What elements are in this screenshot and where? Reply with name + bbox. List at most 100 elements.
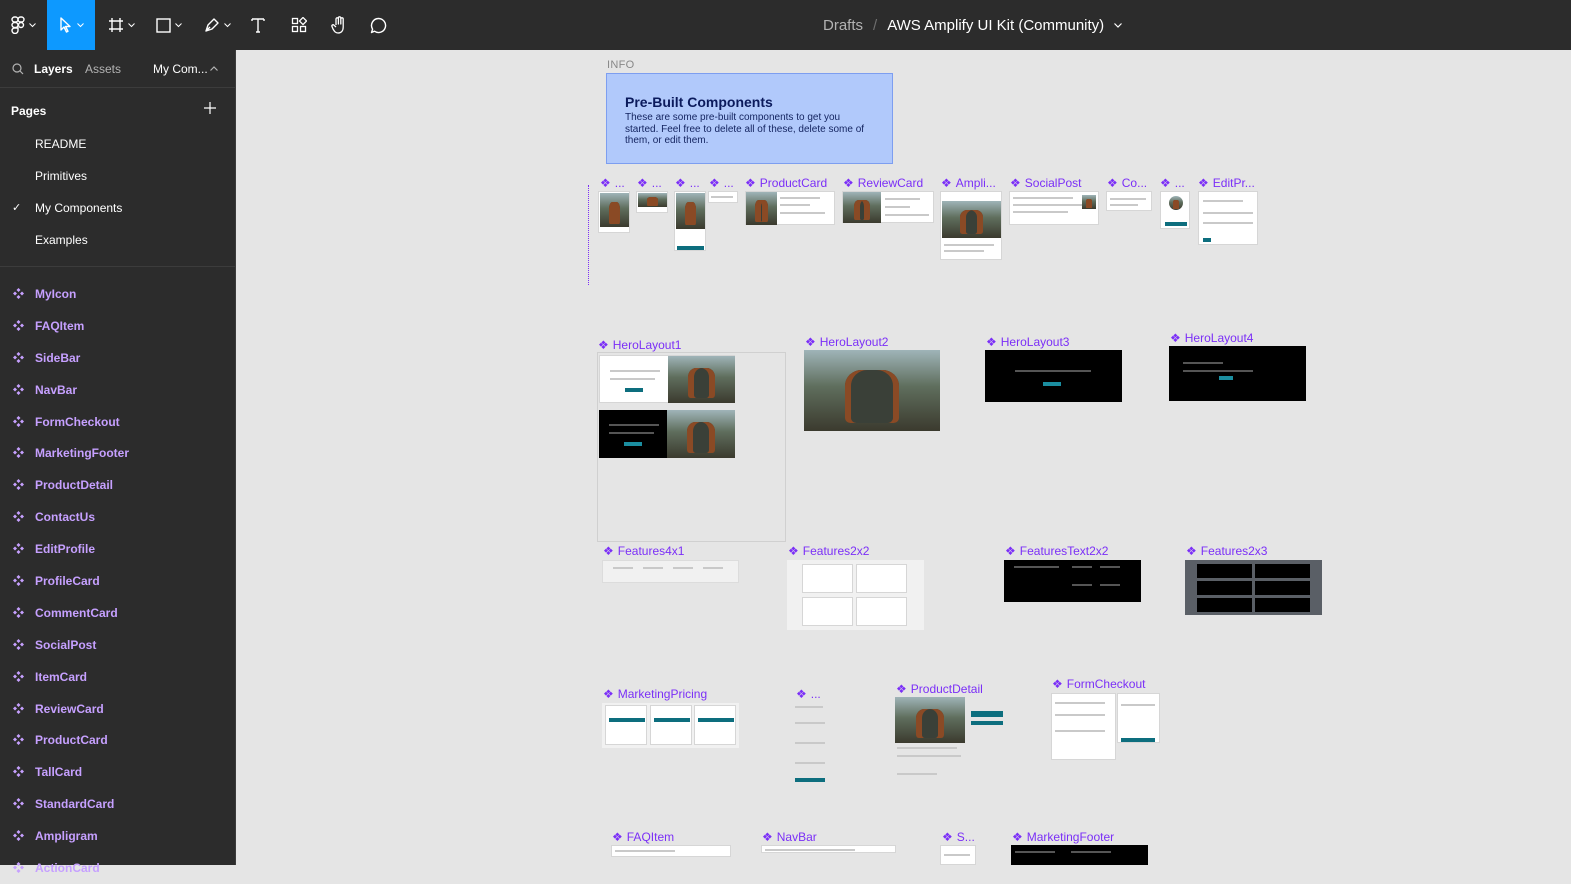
frame-label-herolayout2[interactable]: ❖ HeroLayout2 bbox=[805, 335, 888, 349]
resources-button[interactable] bbox=[284, 0, 314, 50]
frame-label[interactable]: ❖... bbox=[675, 176, 700, 190]
info-card[interactable]: Pre-Built Components These are some pre-… bbox=[606, 73, 893, 164]
frame-label-herolayout4[interactable]: ❖ HeroLayout4 bbox=[1170, 331, 1253, 345]
herolayout4-thumbnail[interactable] bbox=[1169, 346, 1306, 401]
layer-item-socialpost[interactable]: SocialPost bbox=[0, 629, 235, 661]
page-item-primitives[interactable]: Primitives bbox=[0, 160, 235, 192]
component-thumbnail[interactable] bbox=[598, 191, 630, 233]
component-icon bbox=[13, 575, 24, 589]
formcheckout-thumbnail[interactable] bbox=[1051, 693, 1160, 761]
move-tool-button[interactable] bbox=[47, 0, 95, 50]
frame-label[interactable]: ❖... bbox=[1160, 176, 1185, 190]
frame-label[interactable]: ❖... bbox=[637, 176, 662, 190]
sidebar-thumbnail[interactable] bbox=[940, 845, 976, 865]
herolayout3-thumbnail[interactable] bbox=[985, 350, 1122, 402]
drafts-link[interactable]: Drafts bbox=[823, 17, 863, 34]
frame-label-productcard[interactable]: ❖ ProductCard bbox=[745, 176, 827, 190]
design-canvas[interactable]: INFO Pre-Built Components These are some… bbox=[236, 50, 1571, 865]
layer-item-standardcard[interactable]: StandardCard bbox=[0, 788, 235, 820]
socialpost-thumbnail[interactable] bbox=[1009, 191, 1099, 225]
frame-label-commentcard[interactable]: ❖ Co... bbox=[1107, 176, 1147, 190]
layer-item-sidebar[interactable]: SideBar bbox=[0, 342, 235, 374]
hero-variant-dark[interactable] bbox=[599, 410, 735, 458]
marketingpricing-thumbnail[interactable] bbox=[602, 703, 739, 748]
comment-tool-button[interactable] bbox=[364, 0, 392, 50]
file-name[interactable]: AWS Amplify UI Kit (Community) bbox=[887, 17, 1104, 34]
commentcard-thumbnail[interactable] bbox=[1106, 191, 1152, 211]
layer-item-reviewcard[interactable]: ReviewCard bbox=[0, 693, 235, 725]
productdetail-thumbnail[interactable] bbox=[895, 697, 1008, 798]
frame-label-socialpost[interactable]: ❖ SocialPost bbox=[1010, 176, 1081, 190]
frame-label-ampligram[interactable]: ❖ Ampli... bbox=[941, 176, 996, 190]
chevron-up-icon[interactable] bbox=[210, 66, 218, 71]
frame-label-features4x1[interactable]: ❖ Features4x1 bbox=[603, 544, 684, 558]
features2x3-thumbnail[interactable] bbox=[1185, 560, 1322, 615]
contactus-thumbnail[interactable] bbox=[793, 702, 829, 789]
shape-tool-button[interactable] bbox=[148, 0, 190, 50]
component-thumbnail[interactable] bbox=[708, 191, 738, 203]
navbar-thumbnail[interactable] bbox=[761, 845, 896, 853]
frame-label-features2x3[interactable]: ❖ Features2x3 bbox=[1186, 544, 1267, 558]
layer-item-ampligram[interactable]: Ampligram bbox=[0, 820, 235, 852]
herolayout1-frame[interactable] bbox=[597, 352, 786, 542]
layer-item-contactus[interactable]: ContactUs bbox=[0, 501, 235, 533]
reviewcard-thumbnail[interactable] bbox=[842, 191, 934, 223]
features2x2-thumbnail[interactable] bbox=[787, 560, 924, 630]
page-item-examples[interactable]: Examples bbox=[0, 224, 235, 256]
editprofile-thumbnail[interactable] bbox=[1198, 191, 1258, 245]
add-page-icon[interactable] bbox=[204, 102, 216, 114]
pen-tool-button[interactable] bbox=[196, 0, 238, 50]
layer-item-tallcard[interactable]: TallCard bbox=[0, 756, 235, 788]
layer-item-itemcard[interactable]: ItemCard bbox=[0, 661, 235, 693]
layer-item-faqitem[interactable]: FAQItem bbox=[0, 310, 235, 342]
productcard-thumbnail[interactable] bbox=[745, 191, 835, 225]
marketingfooter-thumbnail[interactable] bbox=[1011, 845, 1148, 865]
hero-variant-light[interactable] bbox=[599, 355, 735, 403]
tab-layers[interactable]: Layers bbox=[34, 62, 73, 76]
tab-assets[interactable]: Assets bbox=[85, 62, 121, 76]
frame-label-faqitem[interactable]: ❖ FAQItem bbox=[612, 830, 674, 844]
hand-tool-button[interactable] bbox=[324, 0, 354, 50]
frame-label-marketingpricing[interactable]: ❖ MarketingPricing bbox=[603, 687, 707, 701]
frame-tool-button[interactable] bbox=[100, 0, 142, 50]
layer-item-formcheckout[interactable]: FormCheckout bbox=[0, 406, 235, 438]
frame-label-marketingfooter[interactable]: ❖ MarketingFooter bbox=[1012, 830, 1114, 844]
search-icon[interactable] bbox=[12, 63, 24, 75]
frame-label-editprofile[interactable]: ❖ EditPr... bbox=[1198, 176, 1255, 190]
layer-item-myicon[interactable]: MyIcon bbox=[0, 278, 235, 310]
text-tool-button[interactable] bbox=[244, 0, 272, 50]
frame-label-featurestext2x2[interactable]: ❖ FeaturesText2x2 bbox=[1005, 544, 1108, 558]
frame-label-navbar[interactable]: ❖ NavBar bbox=[762, 830, 817, 844]
frame-label-herolayout1[interactable]: ❖ HeroLayout1 bbox=[598, 338, 681, 352]
component-thumbnail[interactable] bbox=[674, 191, 706, 251]
chevron-down-icon[interactable] bbox=[1114, 22, 1123, 28]
layer-item-productcard[interactable]: ProductCard bbox=[0, 724, 235, 756]
frame-label-features2x2[interactable]: ❖ Features2x2 bbox=[788, 544, 869, 558]
layer-item-productdetail[interactable]: ProductDetail bbox=[0, 469, 235, 501]
frame-label[interactable]: ❖... bbox=[796, 687, 821, 701]
frame-label-productdetail[interactable]: ❖ ProductDetail bbox=[896, 682, 983, 696]
featurestext2x2-thumbnail[interactable] bbox=[1004, 560, 1141, 602]
layer-item-marketingfooter[interactable]: MarketingFooter bbox=[0, 437, 235, 469]
layer-item-commentcard[interactable]: CommentCard bbox=[0, 597, 235, 629]
features4x1-thumbnail[interactable] bbox=[602, 560, 739, 583]
page-item-readme[interactable]: README bbox=[0, 128, 235, 160]
frame-label[interactable]: ❖... bbox=[600, 176, 625, 190]
herolayout2-thumbnail[interactable] bbox=[804, 350, 940, 431]
frame-label-herolayout3[interactable]: ❖ HeroLayout3 bbox=[986, 335, 1069, 349]
ampligram-thumbnail[interactable] bbox=[940, 191, 1002, 260]
page-dropdown[interactable]: My Com... bbox=[153, 62, 208, 76]
layer-item-navbar[interactable]: NavBar bbox=[0, 374, 235, 406]
component-thumbnail[interactable] bbox=[636, 191, 668, 213]
frame-label-formcheckout[interactable]: ❖ FormCheckout bbox=[1052, 677, 1145, 691]
profilecard-thumbnail[interactable] bbox=[1160, 191, 1190, 229]
frame-label-sidebar[interactable]: ❖ S... bbox=[942, 830, 975, 844]
layer-item-actioncard[interactable]: ActionCard bbox=[0, 852, 235, 884]
frame-label-reviewcard[interactable]: ❖ ReviewCard bbox=[843, 176, 923, 190]
layer-item-profilecard[interactable]: ProfileCard bbox=[0, 565, 235, 597]
layer-item-editprofile[interactable]: EditProfile bbox=[0, 533, 235, 565]
main-menu-button[interactable] bbox=[0, 0, 46, 50]
faqitem-thumbnail[interactable] bbox=[611, 845, 731, 857]
frame-label[interactable]: ❖... bbox=[709, 176, 734, 190]
page-item-my-components[interactable]: ✓ My Components bbox=[0, 192, 235, 224]
